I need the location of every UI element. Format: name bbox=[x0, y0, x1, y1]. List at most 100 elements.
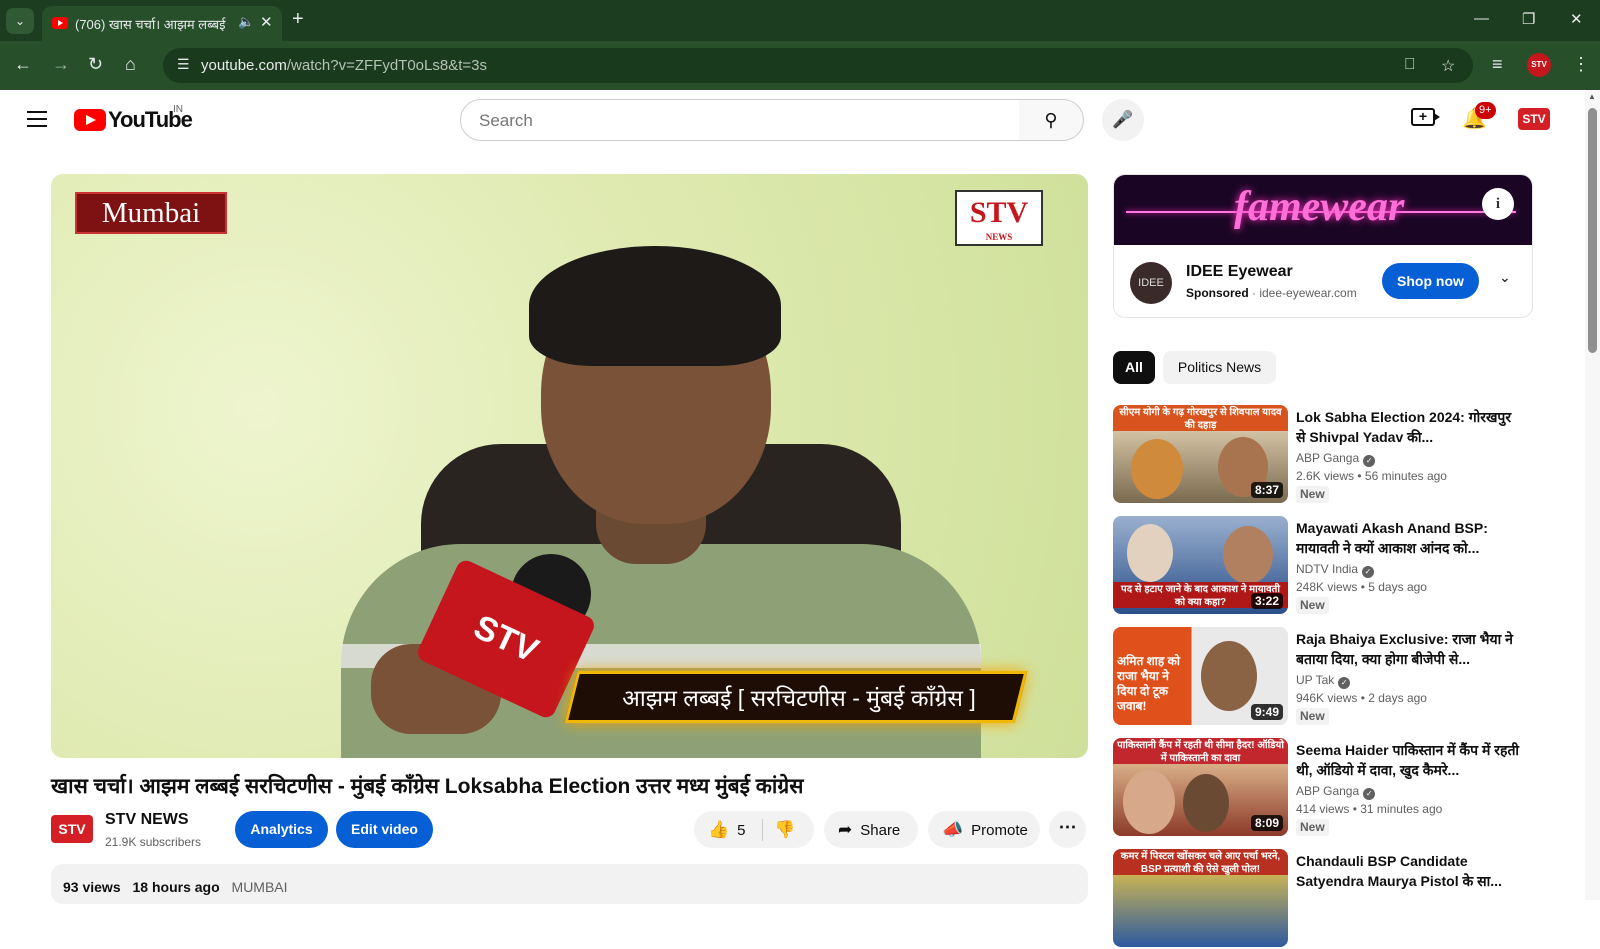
chevron-down-icon[interactable]: ⌄ bbox=[1499, 269, 1511, 286]
view-count: 93 views bbox=[63, 879, 121, 895]
ad-domain: idee-eyewear.com bbox=[1259, 286, 1357, 300]
share-button[interactable]: ➦ Share bbox=[824, 811, 918, 848]
recommendation-channel[interactable]: ABP Ganga ✓ bbox=[1296, 784, 1376, 800]
sponsored-ad-card[interactable]: famewear i IDEE IDEE Eyewear Sponsored ·… bbox=[1113, 174, 1533, 318]
browser-toolbar: ← → ↻ ⌂ ☰ youtube.com/watch?v=ZFFydT0oLs… bbox=[0, 41, 1600, 90]
recommendation-thumbnail[interactable]: कमर में पिस्टल खोंसकर चले आए पर्चा भरने,… bbox=[1113, 849, 1288, 947]
browser-menu-icon[interactable]: ⋮ bbox=[1572, 54, 1590, 74]
like-count[interactable]: 5 bbox=[737, 822, 745, 839]
tab-search-chevron-icon[interactable]: ⌄ bbox=[6, 8, 34, 34]
advertiser-name[interactable]: IDEE Eyewear bbox=[1186, 263, 1293, 281]
like-divider bbox=[762, 819, 763, 841]
more-horizontal-icon: ⋯ bbox=[1058, 817, 1077, 837]
thumbnail-caption: पाकिस्तानी कैंप में रहती थी सीमा हैदर! ऑ… bbox=[1113, 738, 1288, 764]
chip-politics-news[interactable]: Politics News bbox=[1163, 351, 1276, 384]
scroll-up-arrow-icon[interactable]: ▲ bbox=[1588, 92, 1596, 101]
ad-info-icon[interactable]: i bbox=[1482, 188, 1514, 220]
city-tag: Mumbai bbox=[75, 192, 227, 234]
site-info-icon[interactable]: ☰ bbox=[177, 56, 190, 73]
browser-tab[interactable]: (706) खास चर्चा। आझम लब्बई 🔈 ✕ bbox=[42, 6, 282, 41]
youtube-logo-icon[interactable] bbox=[74, 109, 106, 131]
recommendation-title[interactable]: Seema Haider पाकिस्तान में कैंप में रहती… bbox=[1296, 740, 1521, 780]
ad-banner-text: famewear bbox=[1234, 184, 1405, 230]
restore-icon[interactable]: ❐ bbox=[1522, 10, 1535, 28]
recommendation-item[interactable]: सीएम योगी के गढ़ गोरखपुर से शिवपाल यादव … bbox=[1113, 405, 1533, 505]
home-icon[interactable]: ⌂ bbox=[125, 54, 136, 74]
ad-sponsor-line: Sponsored · idee-eyewear.com bbox=[1186, 286, 1357, 300]
hamburger-menu-icon[interactable] bbox=[27, 111, 47, 127]
recommendation-item[interactable]: पद से हटाए जाने के बाद आकाश ने मायावती क… bbox=[1113, 516, 1533, 616]
recommendation-item[interactable]: अमित शाह को राजा भैया ने दिया दो टूक जवा… bbox=[1113, 627, 1533, 727]
thumbnail-figure bbox=[1123, 770, 1175, 834]
promote-button[interactable]: 📣 Promote bbox=[928, 811, 1040, 848]
recommendation-channel[interactable]: ABP Ganga ✓ bbox=[1296, 451, 1376, 467]
recommendation-meta: 414 views • 31 minutes ago bbox=[1296, 802, 1443, 816]
window-close-icon[interactable]: ✕ bbox=[1570, 10, 1583, 28]
recommendation-thumbnail[interactable]: सीएम योगी के गढ़ गोरखपुर से शिवपाल यादव … bbox=[1113, 405, 1288, 503]
search-icon: ⚲ bbox=[1044, 110, 1058, 130]
recommendation-item[interactable]: कमर में पिस्टल खोंसकर चले आए पर्चा भरने,… bbox=[1113, 849, 1533, 949]
recommendation-item[interactable]: पाकिस्तानी कैंप में रहती थी सीमा हैदर! ऑ… bbox=[1113, 738, 1533, 838]
sponsored-label: Sponsored bbox=[1186, 286, 1249, 300]
forward-icon[interactable]: → bbox=[52, 54, 70, 74]
address-bar[interactable]: ☰ youtube.com/watch?v=ZFFydT0oLs8&t=3s ⎕… bbox=[163, 48, 1473, 83]
thumbnail-caption: सीएम योगी के गढ़ गोरखपुर से शिवपाल यादव … bbox=[1113, 405, 1288, 431]
browser-profile-avatar[interactable]: STV bbox=[1527, 53, 1551, 77]
recommendation-title[interactable]: Raja Bhaiya Exclusive: राजा भैया ने बताय… bbox=[1296, 629, 1521, 669]
page-scrollbar[interactable]: ▲ bbox=[1585, 90, 1600, 900]
watermark-sub-text: NEWS bbox=[985, 232, 1013, 242]
reload-icon[interactable]: ↻ bbox=[88, 54, 103, 74]
voice-search-button[interactable]: 🎤 bbox=[1102, 99, 1144, 141]
new-tab-icon[interactable]: + bbox=[292, 8, 304, 31]
chip-all[interactable]: All bbox=[1113, 351, 1155, 384]
share-label: Share bbox=[860, 822, 901, 839]
recommendation-title[interactable]: Chandauli BSP Candidate Satyendra Maurya… bbox=[1296, 851, 1521, 891]
channel-avatar[interactable]: STV bbox=[51, 815, 93, 843]
install-app-icon[interactable]: ⎕ bbox=[1405, 56, 1415, 74]
analytics-button[interactable]: Analytics bbox=[235, 811, 328, 848]
create-video-icon[interactable]: + bbox=[1411, 108, 1440, 126]
browser-tab-bar: ⌄ (706) खास चर्चा। आझम लब्बई 🔈 ✕ + — ❐ ✕ bbox=[0, 0, 1600, 41]
scrollbar-thumb[interactable] bbox=[1588, 108, 1597, 353]
minimize-icon[interactable]: — bbox=[1474, 10, 1489, 27]
recommendation-thumbnail[interactable]: पद से हटाए जाने के बाद आकाश ने मायावती क… bbox=[1113, 516, 1288, 614]
bookmark-star-icon[interactable]: ☆ bbox=[1441, 56, 1455, 76]
edit-video-button[interactable]: Edit video bbox=[336, 811, 433, 848]
recommendation-thumbnail[interactable]: अमित शाह को राजा भैया ने दिया दो टूक जवा… bbox=[1113, 627, 1288, 725]
video-player[interactable]: STV Mumbai STV NEWS आझम लब्बई [ सरचिटणीस… bbox=[51, 174, 1088, 758]
recommendation-channel[interactable]: UP Tak ✓ bbox=[1296, 673, 1351, 689]
thumbnail-figure bbox=[1223, 526, 1273, 584]
recommendation-thumbnail[interactable]: पाकिस्तानी कैंप में रहती थी सीमा हैदर! ऑ… bbox=[1113, 738, 1288, 836]
location-hashtag[interactable]: MUMBAI bbox=[232, 879, 288, 895]
video-duration: 8:09 bbox=[1250, 815, 1283, 831]
description-box[interactable]: 93 views 18 hours ago MUMBAI bbox=[51, 864, 1088, 904]
thumbs-up-icon[interactable]: 👍 bbox=[708, 811, 729, 848]
search-button[interactable]: ⚲ bbox=[1019, 99, 1084, 141]
close-tab-icon[interactable]: ✕ bbox=[260, 13, 273, 31]
speaker-icon[interactable]: 🔈 bbox=[238, 14, 254, 30]
url-text[interactable]: youtube.com/watch?v=ZFFydT0oLs8&t=3s bbox=[201, 57, 487, 74]
back-icon[interactable]: ← bbox=[14, 54, 32, 74]
account-avatar[interactable]: STV bbox=[1518, 108, 1550, 130]
recommendation-title[interactable]: Lok Sabha Election 2024: गोरखपुर से Shiv… bbox=[1296, 407, 1521, 447]
shop-now-button[interactable]: Shop now bbox=[1382, 263, 1479, 299]
thumbs-down-icon[interactable]: 👎 bbox=[774, 811, 795, 848]
new-badge: New bbox=[1296, 597, 1329, 614]
thumbnail-figure bbox=[1127, 524, 1173, 582]
channel-name[interactable]: STV NEWS bbox=[105, 811, 189, 829]
more-actions-button[interactable]: ⋯ bbox=[1049, 811, 1086, 848]
verified-check-icon: ✓ bbox=[1362, 566, 1375, 578]
verified-check-icon: ✓ bbox=[1338, 677, 1351, 689]
video-frame-hair bbox=[529, 246, 781, 366]
promote-label: Promote bbox=[971, 822, 1028, 839]
recommendation-channel[interactable]: NDTV India ✓ bbox=[1296, 562, 1375, 578]
search-box[interactable] bbox=[460, 99, 1020, 141]
advertiser-logo[interactable]: IDEE bbox=[1130, 262, 1172, 304]
recommendation-meta: 248K views • 5 days ago bbox=[1296, 580, 1427, 594]
media-queue-icon[interactable]: ≡ bbox=[1492, 54, 1503, 74]
recommendation-title[interactable]: Mayawati Akash Anand BSP: मायावती ने क्य… bbox=[1296, 518, 1521, 558]
verified-check-icon: ✓ bbox=[1363, 788, 1376, 800]
new-badge: New bbox=[1296, 708, 1329, 725]
ad-banner[interactable]: famewear i bbox=[1114, 175, 1532, 245]
search-input[interactable] bbox=[479, 111, 979, 131]
